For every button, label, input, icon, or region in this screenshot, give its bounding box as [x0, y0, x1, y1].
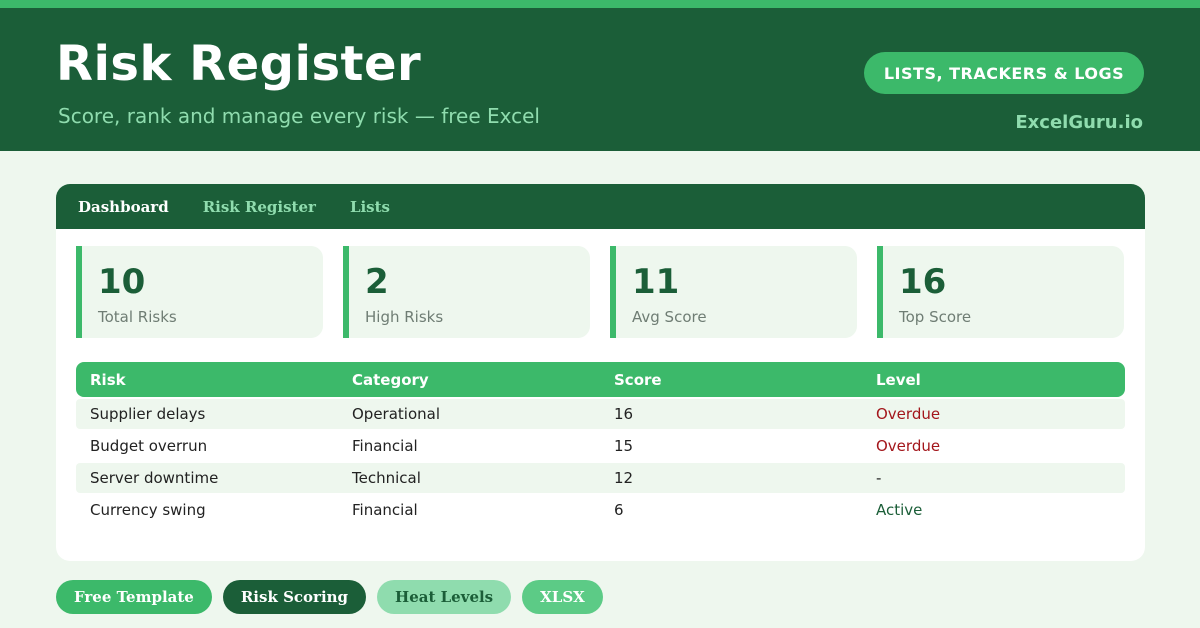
cell-level: Overdue: [876, 437, 941, 455]
cell-category: Technical: [352, 469, 421, 487]
risk-table: Risk Category Score Level Supplier delay…: [76, 362, 1125, 525]
cell-risk: Server downtime: [90, 469, 219, 487]
tab-lists[interactable]: Lists: [350, 198, 390, 216]
tag-heat-levels[interactable]: Heat Levels: [377, 580, 512, 614]
cell-level: Active: [876, 501, 923, 519]
top-accent-strip: [0, 0, 1200, 8]
cell-score: 6: [614, 501, 624, 519]
tag-list: Free Template Risk Scoring Heat Levels X…: [56, 580, 603, 614]
kpi-total-risks: 10 Total Risks: [76, 246, 323, 338]
tab-dashboard[interactable]: Dashboard: [78, 198, 169, 216]
table-row[interactable]: Budget overrun Financial 15 Overdue: [76, 431, 1125, 461]
column-header-score[interactable]: Score: [600, 371, 862, 389]
kpi-value: 2: [365, 262, 389, 302]
kpi-avg-score: 11 Avg Score: [610, 246, 857, 338]
tag-risk-scoring[interactable]: Risk Scoring: [222, 580, 367, 614]
cell-level: -: [876, 469, 882, 487]
category-badge: LISTS, TRACKERS & LOGS: [864, 52, 1144, 94]
tag-xlsx[interactable]: XLSX: [522, 580, 603, 614]
kpi-label: Top Score: [899, 308, 972, 326]
cell-category: Financial: [352, 437, 418, 455]
table-row[interactable]: Supplier delays Operational 16 Overdue: [76, 399, 1125, 429]
sheet-tabs: Dashboard Risk Register Lists: [56, 184, 1145, 229]
kpi-value: 16: [899, 262, 947, 302]
cell-category: Operational: [352, 405, 441, 423]
kpi-label: Total Risks: [98, 308, 177, 326]
page-title: Risk Register: [56, 36, 422, 92]
table-row[interactable]: Server downtime Technical 12 -: [76, 463, 1125, 493]
cell-risk: Currency swing: [90, 501, 206, 519]
kpi-label: Avg Score: [632, 308, 707, 326]
cell-risk: Budget overrun: [90, 437, 208, 455]
cell-score: 12: [614, 469, 634, 487]
page-header: Risk Register Score, rank and manage eve…: [0, 8, 1200, 151]
column-header-category[interactable]: Category: [338, 371, 600, 389]
kpi-high-risks: 2 High Risks: [343, 246, 590, 338]
kpi-top-score: 16 Top Score: [877, 246, 1124, 338]
table-header: Risk Category Score Level: [76, 362, 1125, 397]
kpi-value: 10: [98, 262, 146, 302]
page-subtitle: Score, rank and manage every risk — free…: [58, 104, 540, 128]
tag-free-template[interactable]: Free Template: [56, 580, 212, 614]
cell-score: 16: [614, 405, 634, 423]
column-header-level[interactable]: Level: [862, 371, 1125, 389]
cell-risk: Supplier delays: [90, 405, 206, 423]
brand-name: ExcelGuru.io: [1015, 112, 1143, 133]
kpi-row: 10 Total Risks 2 High Risks 11 Avg Score…: [76, 246, 1124, 338]
kpi-value: 11: [632, 262, 680, 302]
cell-level: Overdue: [876, 405, 941, 423]
table-row[interactable]: Currency swing Financial 6 Active: [76, 495, 1125, 525]
cell-category: Financial: [352, 501, 418, 519]
column-header-risk[interactable]: Risk: [76, 371, 338, 389]
kpi-label: High Risks: [365, 308, 444, 326]
tab-risk-register[interactable]: Risk Register: [203, 198, 316, 216]
dashboard-card: Dashboard Risk Register Lists 10 Total R…: [56, 184, 1145, 561]
cell-score: 15: [614, 437, 634, 455]
